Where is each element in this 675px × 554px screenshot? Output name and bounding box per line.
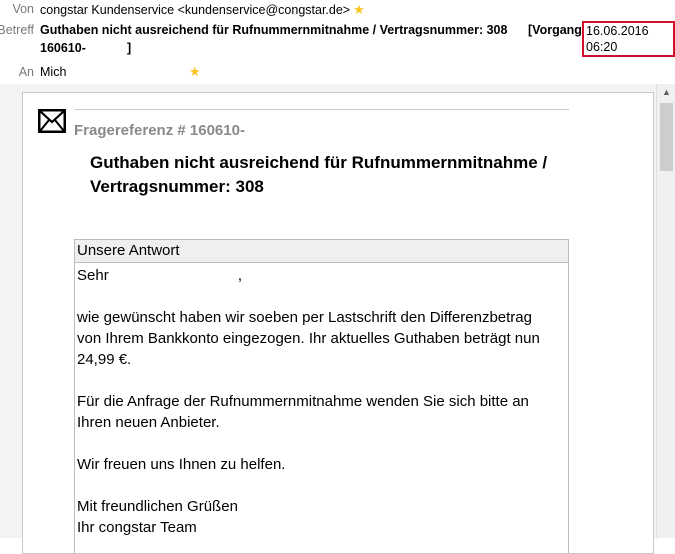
redacted-name: [112, 265, 238, 286]
answer-body: Sehr , wie gewünscht haben wir soeben pe…: [75, 263, 568, 538]
vorgang-label: [Vorgang:: [528, 23, 587, 37]
to-row: An Mich ★: [0, 64, 675, 81]
answer-box: Unsere Antwort Sehr , wie gewünscht habe…: [74, 239, 569, 553]
closing-line1: Mit freundlichen Grüßen: [77, 498, 238, 515]
greeting: Sehr ,: [77, 265, 568, 286]
envelope-icon: [38, 109, 66, 133]
paragraph-2: Für die Anfrage der Rufnummernmitnahme w…: [77, 391, 568, 433]
from-row: Von congstar Kundenservice <kundenservic…: [0, 2, 675, 18]
paragraph-1-line2: von Ihrem Bankkonto eingezogen. Ihr aktu…: [77, 330, 540, 347]
from-label: Von: [12, 2, 34, 16]
paragraph-1: wie gewünscht haben wir soeben per Lasts…: [77, 307, 568, 370]
paragraph-1-line3: 24,99 €.: [77, 351, 132, 368]
message-title: Guthaben nicht ausreichend für Rufnummer…: [90, 151, 610, 199]
message-title-line1: Guthaben nicht ausreichend für Rufnummer…: [90, 153, 548, 172]
star-icon[interactable]: ★: [353, 2, 365, 18]
vertical-scrollbar[interactable]: ▲: [656, 84, 675, 538]
answer-heading: Unsere Antwort: [75, 240, 568, 263]
paragraph-1-line1: wie gewünscht haben wir soeben per Lasts…: [77, 309, 532, 326]
to-value[interactable]: Mich: [40, 65, 66, 79]
star-icon[interactable]: ★: [189, 64, 201, 80]
closing: Mit freundlichen Grüßen Ihr congstar Tea…: [77, 496, 568, 538]
subject-line2: 160610-: [40, 41, 86, 55]
paragraph-2-line1: Für die Anfrage der Rufnummernmitnahme w…: [77, 393, 529, 410]
subject-line2-end: ]: [127, 41, 132, 55]
header-divider: [75, 109, 569, 110]
subject-row: Betreff Guthaben nicht ausreichend für R…: [0, 23, 675, 39]
from-address[interactable]: congstar Kundenservice <kundenservice@co…: [40, 3, 350, 17]
message-content: Fragereferenz # 160610- Guthaben nicht a…: [22, 92, 654, 554]
scrollbar-thumb[interactable]: [660, 103, 673, 171]
closing-line2: Ihr congstar Team: [77, 519, 197, 536]
to-label: An: [18, 65, 34, 79]
from-value[interactable]: congstar Kundenservice <kundenservice@co…: [40, 2, 365, 18]
greeting-end: ,: [237, 267, 243, 284]
reference-number: Fragereferenz # 160610-: [74, 122, 245, 139]
message-title-line2: Vertragsnummer: 308: [90, 177, 264, 196]
subject-line1: Guthaben nicht ausreichend für Rufnummer…: [40, 23, 508, 37]
paragraph-3: Wir freuen uns Ihnen zu helfen.: [77, 456, 286, 473]
subject-continuation-row: 160610- ]: [0, 41, 675, 57]
chevron-up-icon[interactable]: ▲: [657, 84, 675, 101]
greeting-start: Sehr: [77, 267, 109, 284]
paragraph-2-line2: Ihren neuen Anbieter.: [77, 414, 220, 431]
subject-label: Betreff: [0, 23, 34, 37]
